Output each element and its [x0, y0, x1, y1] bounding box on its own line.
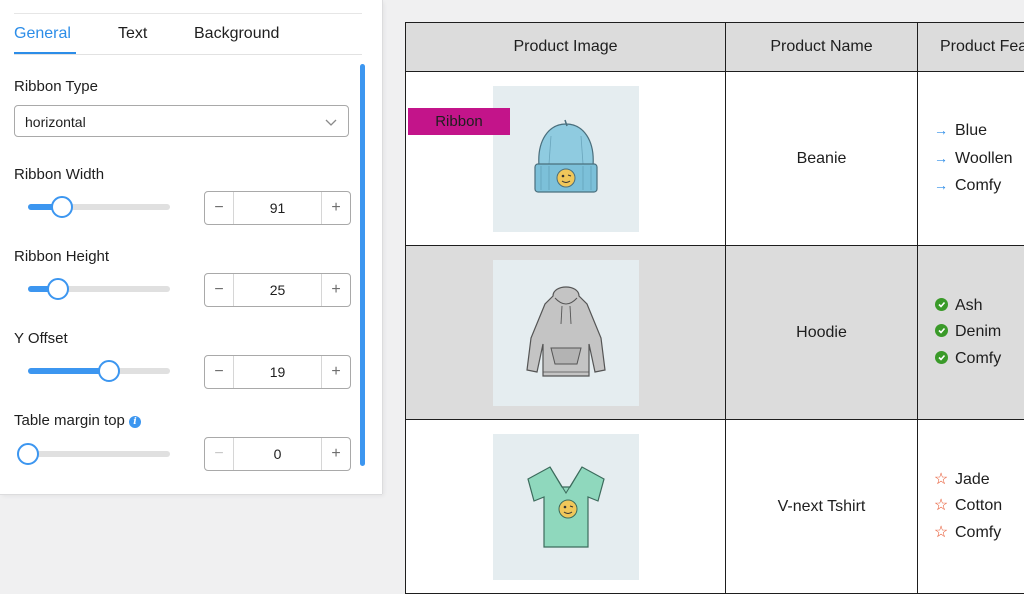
ribbon-badge: Ribbon [408, 108, 510, 135]
column-header: Product Name [726, 23, 918, 72]
info-icon[interactable]: i [129, 416, 141, 428]
arrow-right-icon: → [933, 172, 949, 199]
list-item: Comfy [933, 346, 1024, 373]
product-features-cell: → Blue → Woollen → Comfy [918, 72, 1024, 246]
feature-text: Comfy [955, 177, 1001, 194]
table-margin-top-slider[interactable] [28, 451, 170, 457]
list-item: Ash [933, 293, 1024, 320]
panel-scrollbar[interactable] [360, 64, 365, 466]
increment-button[interactable]: + [321, 192, 350, 224]
slider-thumb[interactable] [51, 196, 73, 218]
product-image-cell [406, 246, 726, 420]
feature-text: Blue [955, 122, 987, 139]
product-features-cell: ☆ Jade ☆ Cotton ☆ Comfy [918, 420, 1024, 594]
ribbon-width-slider[interactable] [28, 204, 170, 210]
column-header: Product Image [406, 23, 726, 72]
ribbon-type-label: Ribbon Type [14, 78, 98, 95]
star-outline-icon: ☆ [933, 493, 949, 520]
product-image-cell: Ribbon [406, 72, 726, 246]
arrow-right-icon: → [933, 117, 949, 144]
slider-thumb[interactable] [98, 360, 120, 382]
chevron-down-icon [325, 115, 337, 133]
feature-text: Cotton [955, 497, 1002, 514]
list-item: Denim [933, 319, 1024, 346]
table-preview: Product Image Product Name Product Featu… [405, 22, 1024, 582]
decrement-button[interactable]: − [205, 438, 234, 470]
increment-button[interactable]: + [321, 356, 350, 388]
y-offset-stepper: − 19 + [204, 355, 351, 389]
increment-button[interactable]: + [321, 438, 350, 470]
y-offset-input[interactable]: 19 [234, 356, 321, 388]
star-outline-icon: ☆ [933, 520, 949, 547]
table-header-row: Product Image Product Name Product Featu… [406, 23, 1024, 72]
arrow-right-icon: → [933, 145, 949, 172]
product-image-cell [406, 420, 726, 594]
list-item: → Comfy [933, 172, 1024, 200]
hoodie-image [493, 260, 639, 406]
ribbon-width-label: Ribbon Width [14, 166, 104, 183]
green-check-circle-icon [933, 346, 949, 373]
decrement-button[interactable]: − [205, 356, 234, 388]
ribbon-height-slider[interactable] [28, 286, 170, 292]
y-offset-label: Y Offset [14, 330, 68, 347]
feature-list: → Blue → Woollen → Comfy [918, 117, 1024, 200]
settings-tabs: General Text Background [14, 24, 362, 55]
column-header: Product Features [918, 23, 1024, 72]
tab-text[interactable]: Text [118, 25, 147, 43]
list-item: ☆ Cotton [933, 493, 1024, 520]
feature-text: Comfy [955, 350, 1001, 367]
ribbon-width-stepper: − 91 + [204, 191, 351, 225]
slider-thumb[interactable] [17, 443, 39, 465]
table-row: Hoodie Ash Denim Comfy [406, 246, 1024, 420]
table-margin-top-label: Table margin top i [14, 412, 141, 429]
slider-thumb[interactable] [47, 278, 69, 300]
product-table: Product Image Product Name Product Featu… [405, 22, 1024, 594]
feature-text: Denim [955, 323, 1001, 340]
tab-general[interactable]: General [14, 25, 71, 43]
ribbon-type-select[interactable]: horizontal [14, 105, 349, 137]
table-row: V-next Tshirt ☆ Jade ☆ Cotton ☆ Comfy [406, 420, 1024, 594]
tshirt-image [493, 434, 639, 580]
product-name-cell: Beanie [726, 72, 918, 246]
list-item: → Blue [933, 117, 1024, 145]
list-item: → Woollen [933, 145, 1024, 173]
ribbon-height-input[interactable]: 25 [234, 274, 321, 306]
table-margin-top-input[interactable]: 0 [234, 438, 321, 470]
decrement-button[interactable]: − [205, 192, 234, 224]
active-tab-indicator [14, 52, 76, 54]
ribbon-type-value: horizontal [25, 114, 86, 130]
increment-button[interactable]: + [321, 274, 350, 306]
tab-background[interactable]: Background [194, 25, 279, 43]
feature-text: Woollen [955, 150, 1013, 167]
decrement-button[interactable]: − [205, 274, 234, 306]
divider [14, 13, 362, 14]
ribbon-height-stepper: − 25 + [204, 273, 351, 307]
feature-list: Ash Denim Comfy [918, 293, 1024, 373]
feature-text: Jade [955, 471, 990, 488]
feature-text: Ash [955, 297, 983, 314]
beanie-image [493, 86, 639, 232]
table-margin-top-text: Table margin top [14, 412, 125, 429]
green-check-circle-icon [933, 293, 949, 320]
product-name-cell: Hoodie [726, 246, 918, 420]
feature-list: ☆ Jade ☆ Cotton ☆ Comfy [918, 467, 1024, 547]
ribbon-width-input[interactable]: 91 [234, 192, 321, 224]
list-item: ☆ Comfy [933, 520, 1024, 547]
star-outline-icon: ☆ [933, 467, 949, 494]
product-name-cell: V-next Tshirt [726, 420, 918, 594]
y-offset-slider[interactable] [28, 368, 170, 374]
slider-fill [28, 368, 109, 374]
ribbon-height-label: Ribbon Height [14, 248, 109, 265]
list-item: ☆ Jade [933, 467, 1024, 494]
product-features-cell: Ash Denim Comfy [918, 246, 1024, 420]
green-check-circle-icon [933, 319, 949, 346]
table-margin-top-stepper: − 0 + [204, 437, 351, 471]
feature-text: Comfy [955, 524, 1001, 541]
table-row: Ribbon [406, 72, 1024, 246]
settings-panel: General Text Background Ribbon Type hori… [0, 0, 382, 494]
